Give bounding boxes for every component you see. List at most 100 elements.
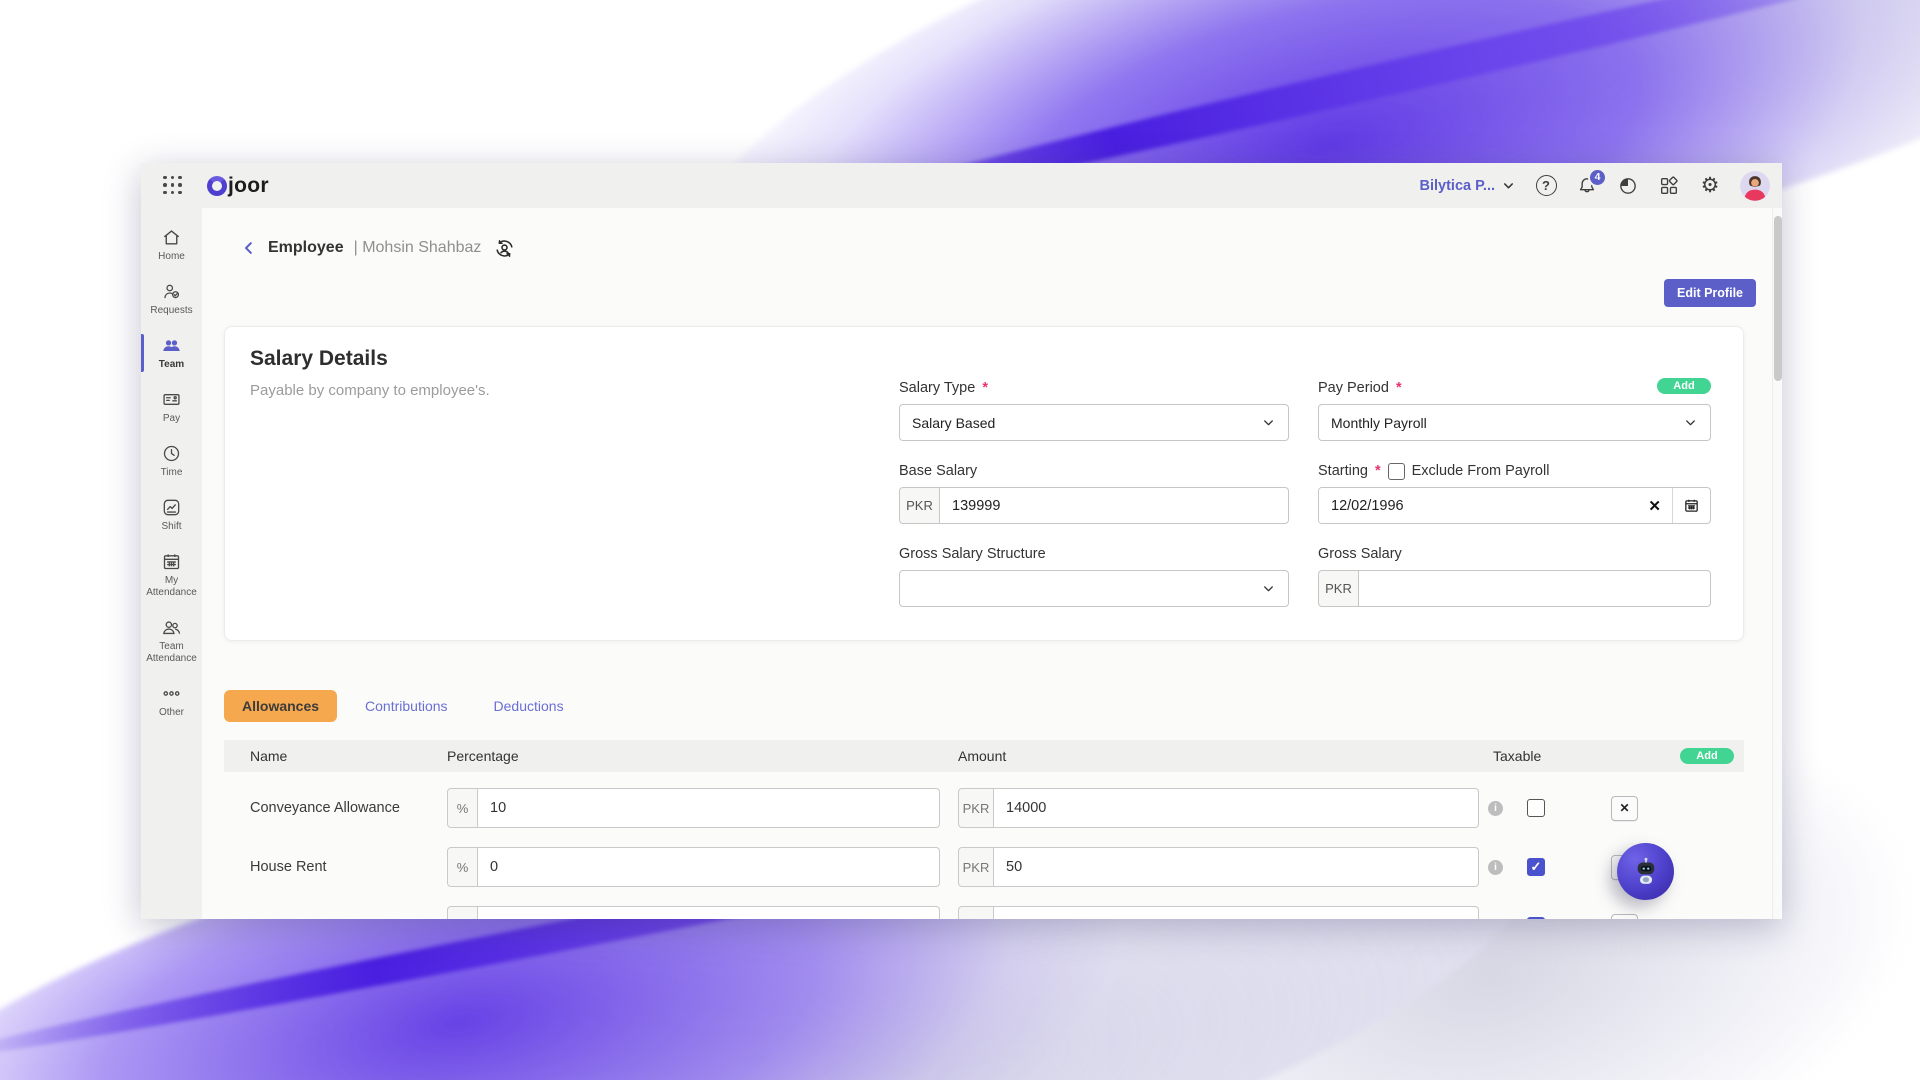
salary-type-select[interactable]: Salary Based	[899, 404, 1289, 441]
currency-prefix: PKR	[1318, 570, 1359, 607]
top-bar: joor Bilytica P... 4	[141, 163, 1782, 208]
notification-badge: 4	[1588, 168, 1607, 187]
sidebar-item-team[interactable]: Team	[141, 326, 202, 380]
gross-salary-input[interactable]	[1359, 570, 1711, 607]
exclude-from-payroll-checkbox[interactable]	[1388, 463, 1405, 480]
gross-salary-structure-select[interactable]	[899, 570, 1289, 607]
breadcrumb-section[interactable]: Employee	[268, 239, 344, 257]
waffle-menu-icon[interactable]	[163, 176, 183, 196]
starting-label: Starting	[1318, 463, 1368, 479]
organization-label: Bilytica P...	[1420, 178, 1496, 194]
currency-prefix: PKR	[958, 906, 994, 919]
help-button[interactable]	[1535, 175, 1557, 197]
tab-allowances[interactable]: Allowances	[224, 690, 337, 722]
sidebar-item-time[interactable]: Time	[141, 434, 202, 488]
required-asterisk	[1396, 380, 1402, 396]
delete-row-button[interactable]	[1611, 796, 1638, 821]
taxable-checkbox[interactable]	[1527, 917, 1545, 919]
allowance-name: Conveyance Allowance	[224, 800, 447, 816]
salary-card-info: Salary Details Payable by company to emp…	[250, 347, 899, 616]
calendar-picker-icon[interactable]	[1672, 488, 1710, 523]
taxable-checkbox[interactable]	[1527, 799, 1545, 817]
apps-button[interactable]	[1658, 175, 1680, 197]
topbar-actions: Bilytica P... 4	[1420, 171, 1771, 201]
sidebar-item-home[interactable]: Home	[141, 218, 202, 272]
clear-date-icon[interactable]	[1637, 497, 1672, 515]
person-check-icon	[161, 281, 182, 302]
table-row: House Rent % PKR	[224, 844, 1744, 890]
employee-sync-icon[interactable]	[493, 237, 516, 260]
starting-date-control	[1318, 487, 1711, 524]
add-allowance-button[interactable]: Add	[1680, 748, 1734, 764]
main-content: Employee | Mohsin Shahbaz Edit Profile S…	[202, 208, 1772, 919]
info-icon[interactable]	[1488, 919, 1503, 920]
allowance-name: Medical Allowance	[224, 918, 447, 919]
sidebar-item-requests[interactable]: Requests	[141, 272, 202, 326]
table-header: Name Percentage Amount Taxable Add	[224, 740, 1744, 772]
pay-period-select[interactable]: Monthly Payroll	[1318, 404, 1711, 441]
column-percentage: Percentage	[447, 748, 958, 764]
sidebar-item-pay[interactable]: Pay	[141, 380, 202, 434]
currency-prefix: PKR	[958, 788, 994, 828]
tab-contributions[interactable]: Contributions	[347, 690, 466, 722]
required-asterisk	[982, 380, 988, 396]
card-subtitle: Payable by company to employee's.	[250, 382, 899, 399]
chevron-down-icon	[1683, 415, 1698, 430]
scrollbar-thumb[interactable]	[1774, 216, 1782, 381]
exclude-from-payroll-label: Exclude From Payroll	[1412, 463, 1550, 479]
half-circle-icon	[1617, 175, 1639, 197]
amount-input[interactable]	[994, 906, 1479, 919]
base-salary-input[interactable]	[940, 487, 1289, 524]
info-icon[interactable]	[1488, 801, 1503, 816]
sidebar-item-team-attendance[interactable]: Team Attendance	[141, 608, 202, 674]
delete-row-button[interactable]	[1611, 914, 1638, 920]
edit-profile-button[interactable]: Edit Profile	[1664, 279, 1756, 307]
table-row: Conveyance Allowance % PKR	[224, 785, 1744, 831]
percentage-input[interactable]	[478, 906, 940, 919]
sidebar-item-my-attendance[interactable]: My Attendance	[141, 542, 202, 608]
logo-text: joor	[228, 174, 269, 198]
amount-input[interactable]	[994, 847, 1479, 887]
base-salary-label: Base Salary	[899, 463, 977, 479]
pay-period-add-button[interactable]: Add	[1657, 378, 1711, 394]
salary-type-label: Salary Type	[899, 380, 975, 396]
percentage-input[interactable]	[478, 847, 940, 887]
theme-toggle-button[interactable]	[1617, 175, 1639, 197]
salary-details-card: Salary Details Payable by company to emp…	[224, 326, 1744, 641]
app-grid-icon	[1658, 175, 1680, 197]
assistant-robot-button[interactable]	[1617, 843, 1674, 900]
base-salary-field: Base Salary PKR	[899, 462, 1289, 524]
salary-form: Salary Type Salary Based Pay Period Add …	[899, 379, 1711, 616]
info-icon[interactable]	[1488, 860, 1503, 875]
breadcrumb: Employee | Mohsin Shahbaz	[240, 233, 1772, 263]
back-button[interactable]	[240, 239, 258, 257]
app-window: joor Bilytica P... 4	[141, 163, 1782, 919]
table-row: Medical Allowance % PKR	[224, 903, 1744, 919]
sidebar-item-shift[interactable]: Shift	[141, 488, 202, 542]
card-title: Salary Details	[250, 347, 899, 371]
amount-input[interactable]	[994, 788, 1479, 828]
taxable-checkbox[interactable]	[1527, 858, 1545, 876]
settings-button[interactable]	[1699, 175, 1721, 197]
allowance-name: House Rent	[224, 859, 447, 875]
notifications-button[interactable]: 4	[1576, 175, 1598, 197]
chevron-down-icon	[1261, 581, 1276, 596]
gear-icon	[1701, 175, 1720, 196]
user-avatar[interactable]	[1740, 171, 1770, 201]
column-name: Name	[224, 748, 447, 764]
pay-card-icon	[161, 389, 182, 410]
app-logo: joor	[207, 174, 269, 198]
organization-dropdown[interactable]: Bilytica P...	[1420, 178, 1517, 194]
currency-prefix: PKR	[958, 847, 994, 887]
robot-icon	[1628, 854, 1664, 890]
starting-date-input[interactable]	[1319, 488, 1637, 523]
sidebar-item-other[interactable]: Other	[141, 674, 202, 728]
question-icon	[1536, 175, 1557, 196]
tab-deductions[interactable]: Deductions	[476, 690, 582, 722]
percent-prefix: %	[447, 906, 478, 919]
pay-period-label: Pay Period	[1318, 380, 1389, 396]
chevron-down-icon	[1501, 178, 1516, 193]
percentage-input[interactable]	[478, 788, 940, 828]
calendar-icon	[161, 551, 182, 572]
chevron-left-icon	[240, 239, 258, 257]
